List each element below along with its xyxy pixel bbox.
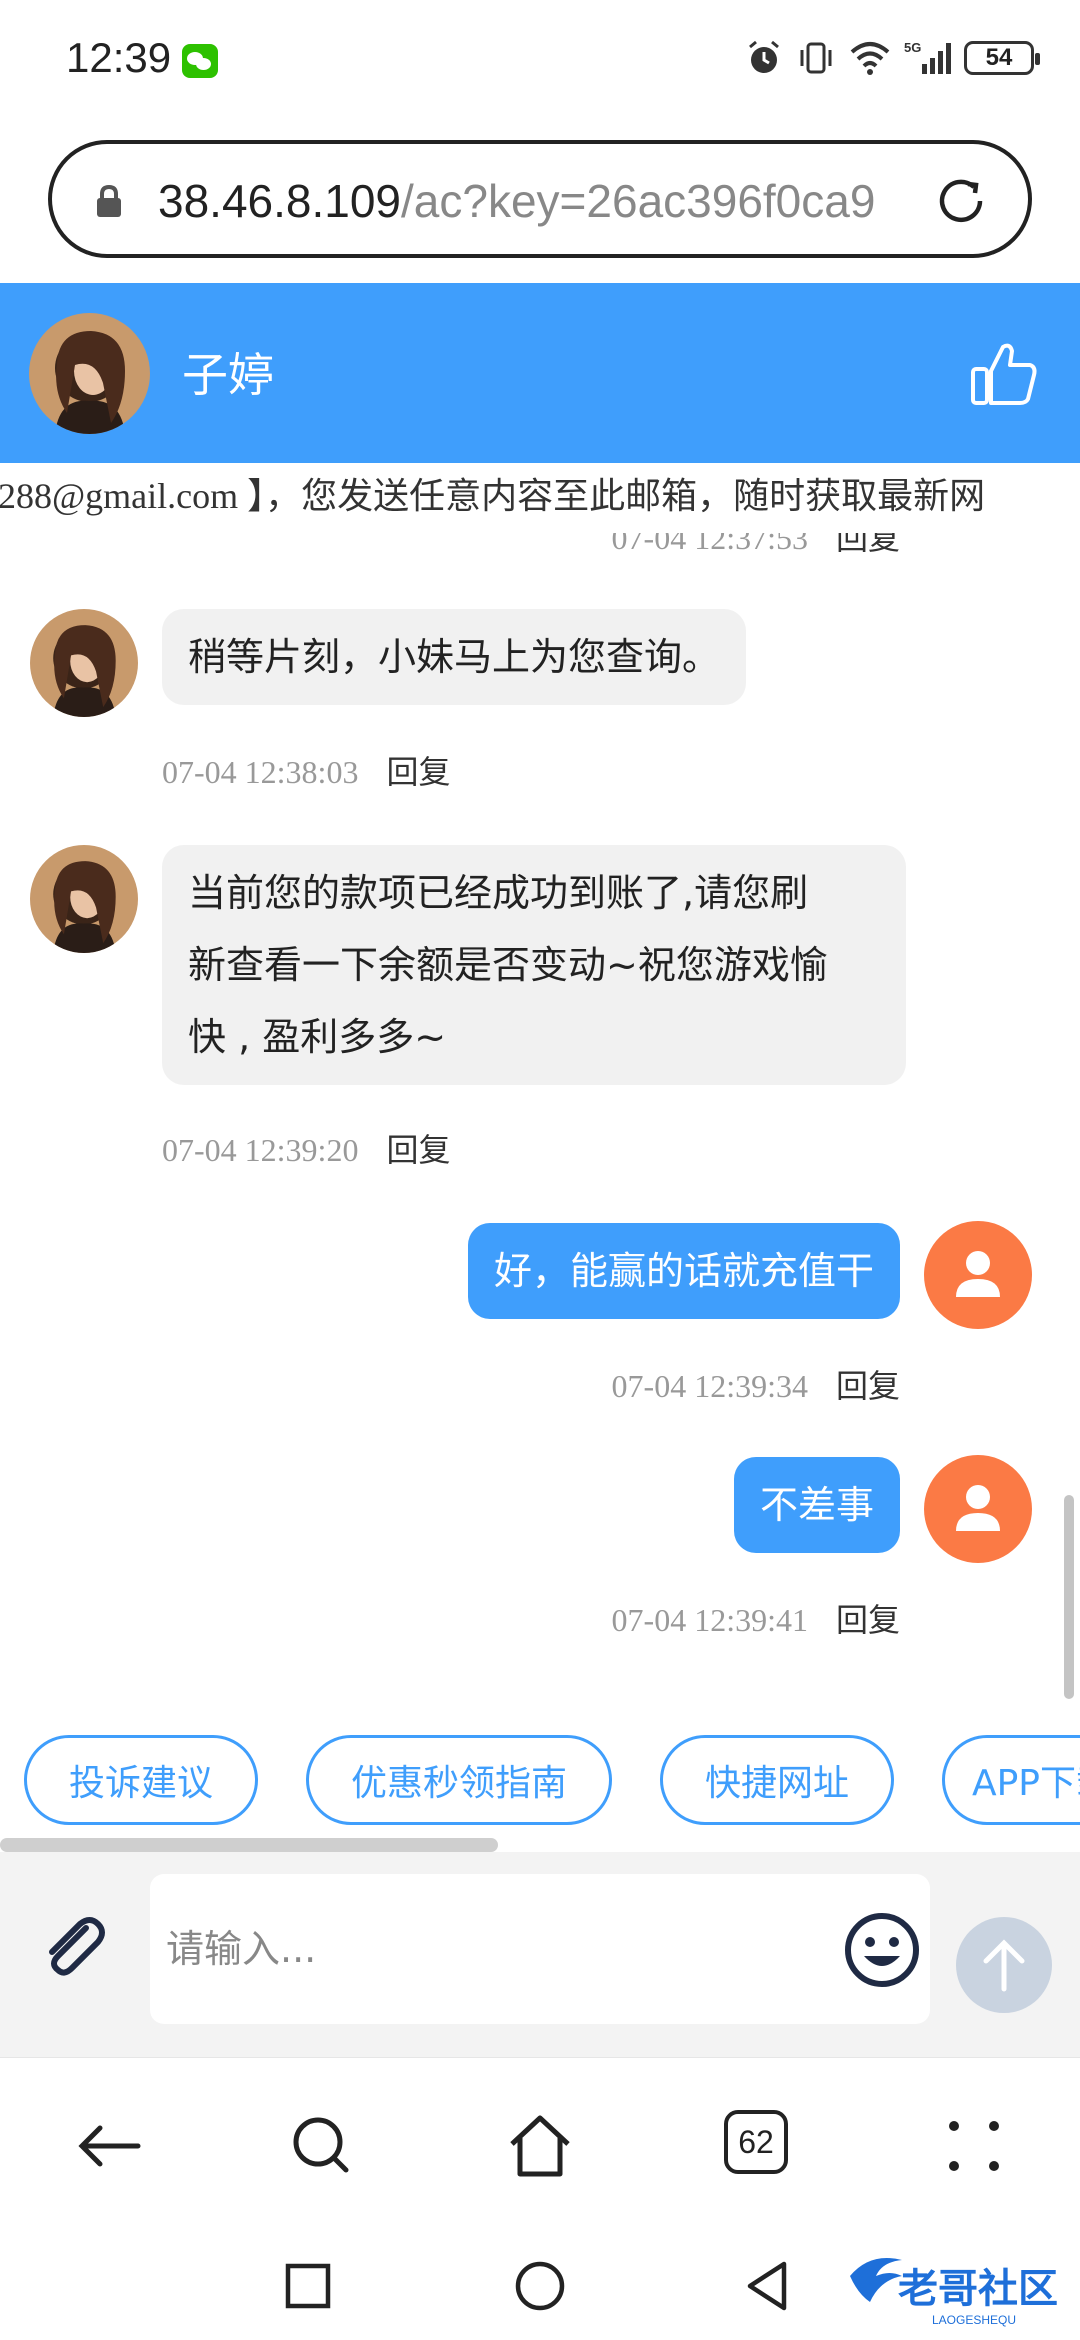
message-input-box[interactable] — [150, 1874, 930, 2024]
reload-icon[interactable] — [932, 172, 990, 230]
wifi-icon — [850, 42, 890, 75]
message-bubble-incoming[interactable]: 当前您的款项已经成功到账了,请您刷 新查看一下余额是否变动~祝您游戏愉 快 , … — [162, 845, 906, 1085]
reply-link[interactable]: 回复 — [386, 753, 450, 791]
user-icon — [956, 1251, 1000, 1297]
back-arrow-icon[interactable] — [72, 2110, 144, 2182]
message-meta: 07-04 12:38:03 回复 — [162, 747, 450, 793]
thumbs-up-icon[interactable] — [970, 339, 1038, 409]
chat-header: 子婷 — [0, 283, 1080, 463]
message-bubble-outgoing[interactable]: 不差事 — [733, 1457, 900, 1553]
home-circle-icon[interactable] — [510, 2256, 570, 2316]
watermark-subtext: LAOGESHEQU — [932, 2313, 1016, 2327]
message-bubble-outgoing[interactable]: 好，能赢的话就充值干 — [467, 1223, 900, 1319]
address-bar[interactable]: 38.46.8.109/ac?key=26ac396f0ca9 — [48, 140, 1032, 258]
message-bubble-incoming[interactable]: 稍等片刻，小妹马上为您查询。 — [162, 609, 747, 705]
message-text: 稍等片刻，小妹马上为您查询。 — [188, 635, 721, 679]
message-time: 07-04 12:39:41 — [611, 1602, 808, 1638]
emoji-icon[interactable] — [842, 1910, 922, 1990]
status-time: 12:39 — [66, 34, 172, 81]
agent-avatar[interactable] — [30, 845, 138, 953]
signal-5g-icon: 5G — [904, 40, 951, 74]
status-icons: 5G 54 — [744, 38, 1040, 78]
agent-name: 子婷 — [182, 348, 274, 402]
message-time: 07-04 12:38:03 — [162, 754, 359, 790]
url-path: /ac?key=26ac396f0ca9 — [401, 175, 876, 227]
svg-text:5G: 5G — [904, 40, 921, 55]
quick-link-app-download[interactable]: APP下载 — [942, 1735, 1080, 1825]
send-button[interactable] — [956, 1917, 1052, 2013]
announcement-ticker: 288@gmail.com 】，您发送任意内容至此邮箱，随时获取最新网 — [0, 463, 1080, 533]
chat-messages[interactable]: 07-04 12:37:53 回复 稍等片刻，小妹马上为您查询。 07-04 12… — [0, 533, 1080, 1703]
quick-link-complaint[interactable]: 投诉建议 — [24, 1735, 258, 1825]
paperclip-icon[interactable] — [34, 1906, 114, 1986]
reply-link[interactable]: 回复 — [836, 1601, 900, 1639]
reply-link[interactable]: 回复 — [386, 1131, 450, 1169]
message-text-line: 当前您的款项已经成功到账了,请您刷 — [188, 871, 809, 915]
message-meta: 07-04 12:39:34 回复 — [612, 1361, 900, 1407]
home-icon[interactable] — [504, 2110, 576, 2182]
agent-avatar[interactable] — [30, 609, 138, 717]
message-text: 好，能赢的话就充值干 — [493, 1249, 874, 1293]
watermark-text: 老哥社区 — [898, 2266, 1058, 2312]
message-text-line: 新查看一下余额是否变动~祝您游戏愉 — [188, 943, 828, 987]
quick-links-scrollbar[interactable] — [0, 1838, 498, 1852]
back-triangle-icon[interactable] — [738, 2256, 798, 2316]
reply-link[interactable]: 回复 — [836, 1367, 900, 1405]
message-meta: 07-04 12:39:20 回复 — [162, 1125, 450, 1171]
ticker-text: 288@gmail.com 】，您发送任意内容至此邮箱，随时获取最新网 — [0, 476, 986, 516]
system-navigation-bar: 老哥社区 LAOGESHEQU — [0, 2232, 1080, 2340]
partial-message-meta: 07-04 12:37:53 回复 — [612, 533, 900, 559]
arrow-up-icon — [983, 1939, 1025, 1992]
lock-icon — [97, 184, 121, 217]
url-text[interactable]: 38.46.8.109/ac?key=26ac396f0ca9 — [158, 174, 948, 228]
vibrate-icon — [800, 42, 832, 74]
quick-links-bar: 投诉建议 优惠秒领指南 快捷网址 APP下载 — [0, 1703, 1080, 1838]
battery-icon: 54 — [964, 41, 1040, 75]
message-meta: 07-04 12:39:41 回复 — [612, 1595, 900, 1641]
quick-link-shortcut-urls[interactable]: 快捷网址 — [660, 1735, 894, 1825]
message-text: 不差事 — [759, 1483, 874, 1527]
message-text-line: 快 , 盈利多多~ — [188, 1015, 447, 1059]
recents-square-icon[interactable] — [278, 2256, 338, 2316]
message-input[interactable] — [166, 1914, 826, 1984]
user-avatar[interactable] — [924, 1455, 1032, 1563]
reply-link[interactable]: 回复 — [836, 533, 900, 557]
message-time: 07-04 12:39:20 — [162, 1132, 359, 1168]
search-icon[interactable] — [286, 2110, 358, 2182]
status-bar: 12:39 5G 54 — [0, 0, 1080, 122]
wechat-icon — [182, 44, 218, 78]
quick-link-promo-guide[interactable]: 优惠秒领指南 — [306, 1735, 612, 1825]
browser-toolbar: 62 — [0, 2057, 1080, 2232]
watermark-logo: 老哥社区 LAOGESHEQU — [850, 2258, 1058, 2327]
message-composer — [0, 1852, 1080, 2057]
alarm-icon — [749, 40, 779, 73]
message-time: 07-04 12:39:34 — [611, 1368, 808, 1404]
tabs-button[interactable]: 62 — [724, 2110, 788, 2174]
user-avatar[interactable] — [924, 1221, 1032, 1329]
more-menu-icon[interactable] — [938, 2110, 1010, 2182]
url-host: 38.46.8.109 — [158, 175, 402, 227]
user-icon — [956, 1485, 1000, 1531]
agent-avatar[interactable] — [29, 313, 150, 434]
message-time: 07-04 12:37:53 — [611, 533, 808, 556]
chat-scrollbar[interactable] — [1064, 1495, 1074, 1699]
